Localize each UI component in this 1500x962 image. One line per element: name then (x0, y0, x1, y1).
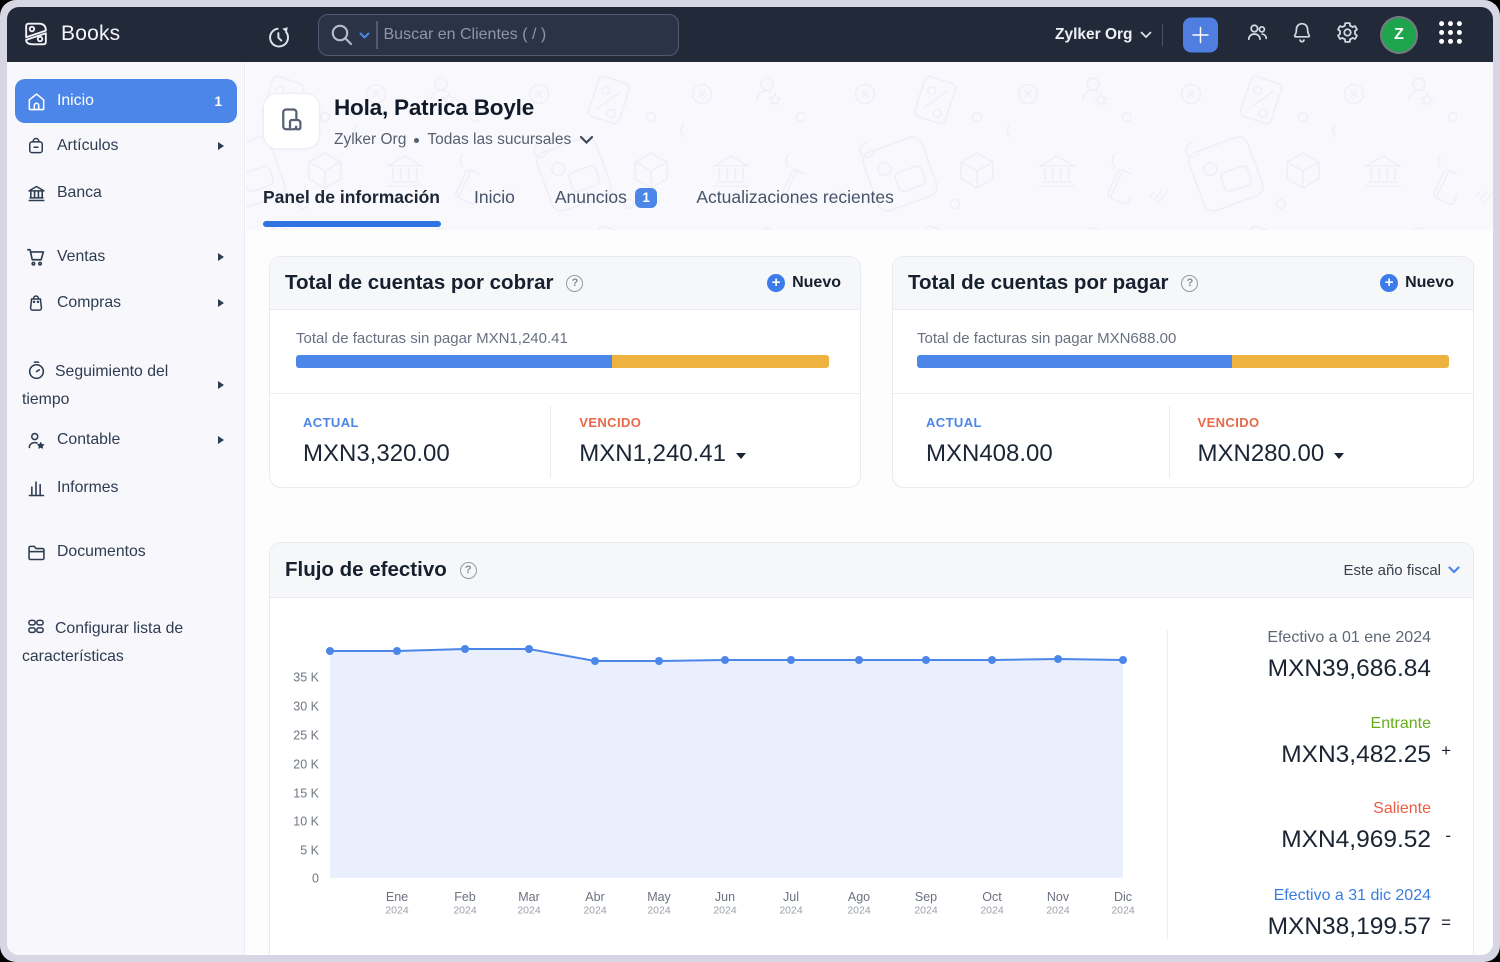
svg-text:2024: 2024 (779, 905, 803, 917)
svg-text:30 K: 30 K (293, 700, 319, 714)
svg-text:Abr: Abr (585, 890, 604, 904)
svg-text:2024: 2024 (453, 905, 477, 917)
svg-text:2024: 2024 (583, 905, 607, 917)
svg-text:2024: 2024 (1111, 905, 1135, 917)
svg-text:2024: 2024 (713, 905, 737, 917)
svg-text:20 K: 20 K (293, 758, 319, 772)
svg-text:Dic: Dic (1114, 890, 1132, 904)
svg-text:Sep: Sep (915, 890, 937, 904)
svg-text:Mar: Mar (518, 890, 540, 904)
svg-text:Feb: Feb (454, 890, 476, 904)
svg-text:25 K: 25 K (293, 729, 319, 743)
svg-text:15 K: 15 K (293, 787, 319, 801)
svg-text:35 K: 35 K (293, 671, 319, 685)
svg-text:2024: 2024 (1046, 905, 1070, 917)
svg-text:2024: 2024 (847, 905, 871, 917)
svg-text:Jun: Jun (715, 890, 735, 904)
svg-text:May: May (647, 890, 671, 904)
svg-text:Ene: Ene (386, 890, 408, 904)
svg-text:2024: 2024 (980, 905, 1004, 917)
svg-text:2024: 2024 (385, 905, 409, 917)
svg-text:10 K: 10 K (293, 815, 319, 829)
svg-text:2024: 2024 (914, 905, 938, 917)
svg-text:5 K: 5 K (300, 844, 319, 858)
svg-text:Jul: Jul (783, 890, 799, 904)
svg-text:Ago: Ago (848, 890, 870, 904)
svg-text:0: 0 (312, 872, 319, 886)
svg-text:Nov: Nov (1047, 890, 1070, 904)
svg-text:2024: 2024 (517, 905, 541, 917)
svg-text:2024: 2024 (647, 905, 671, 917)
svg-text:Oct: Oct (982, 890, 1002, 904)
